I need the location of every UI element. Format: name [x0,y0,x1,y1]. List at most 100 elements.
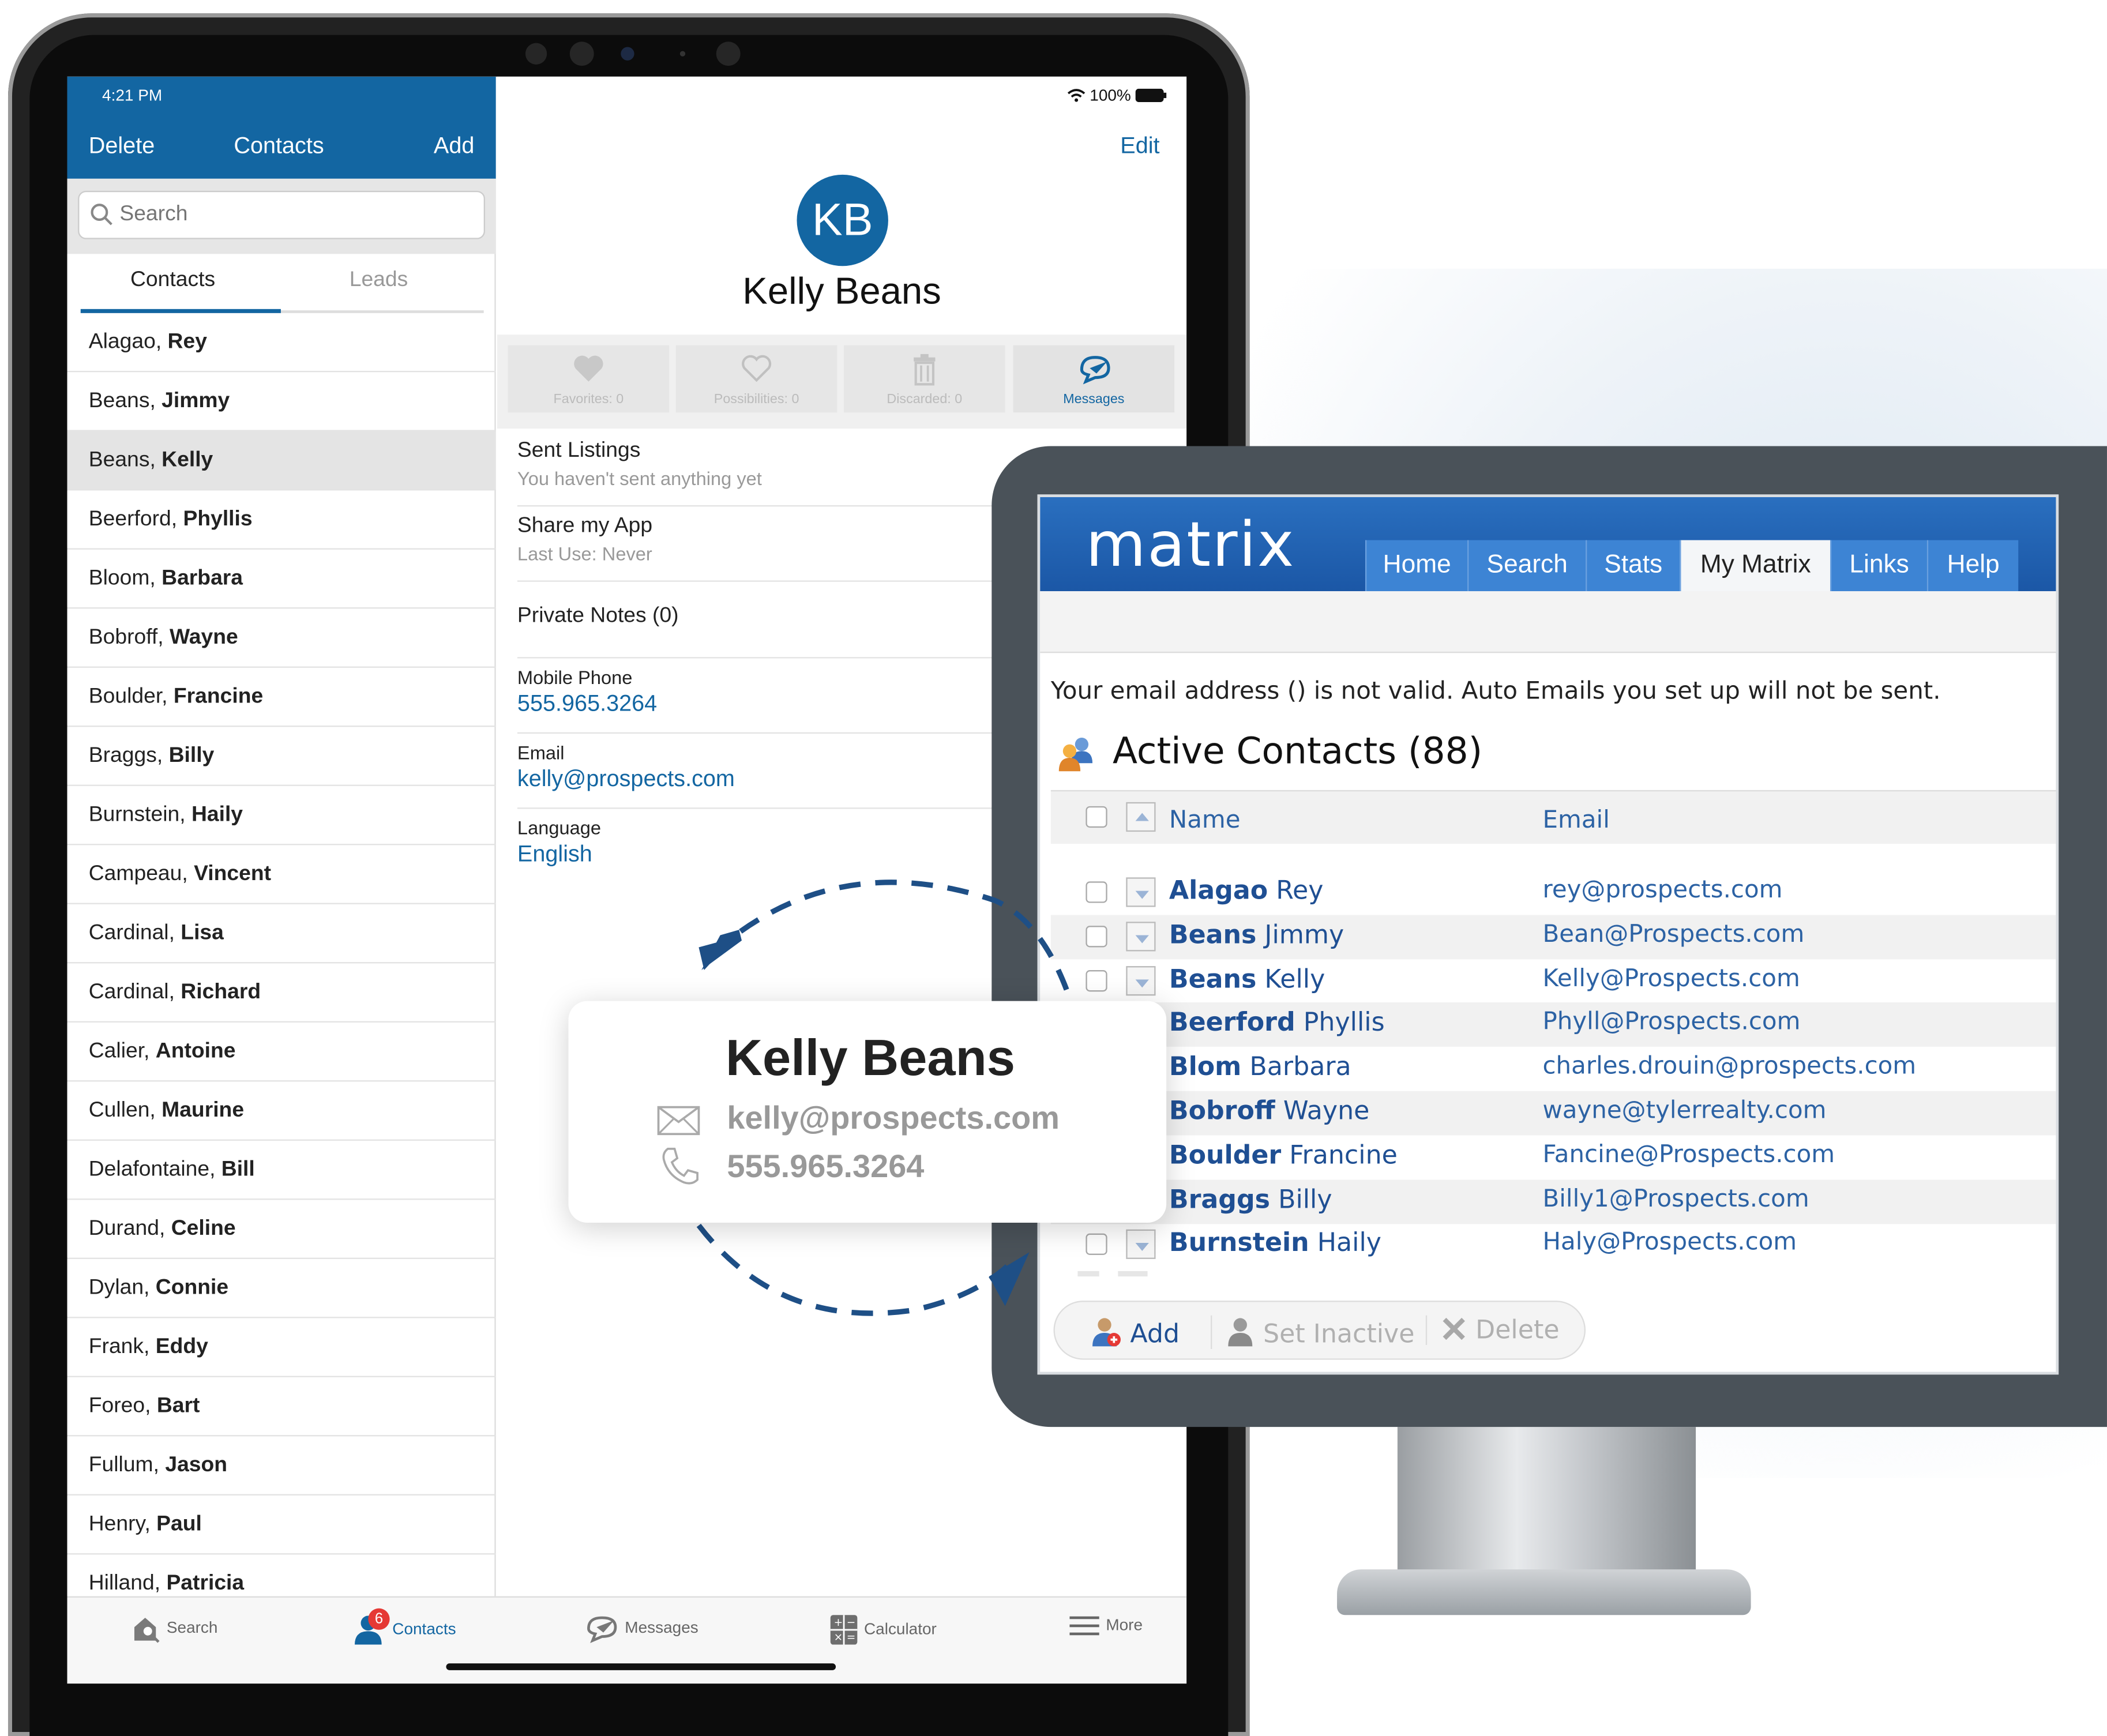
contact-list-item[interactable]: Durand, Celine [67,1200,496,1259]
row-email[interactable]: Haly@Prospects.com [1542,1228,1797,1257]
name-space [1309,1228,1317,1258]
card-contact-name: Kelly Beans [726,1030,1015,1087]
segment-control: Contacts Leads [80,254,484,313]
contact-list-item[interactable]: Braggs, Billy [67,727,496,786]
contact-list-item[interactable]: Beerford, Phyllis [67,490,496,550]
nav-help[interactable]: Help [1926,540,2019,592]
row-menu-button[interactable] [1126,877,1156,907]
row-name[interactable]: Alagao Rey [1169,876,1324,905]
row-menu-button[interactable] [1126,1230,1156,1260]
row-name[interactable]: Boulder Francine [1169,1140,1398,1170]
set-inactive-button[interactable]: Set Inactive [1211,1315,1414,1350]
row-name[interactable]: Beans Jimmy [1169,920,1344,949]
sort-button[interactable] [1126,802,1156,832]
tab-messages[interactable]: Messages [584,1614,698,1643]
name-space [1256,964,1264,994]
row-email[interactable]: rey@prospects.com [1542,876,1782,904]
tab-calculator[interactable]: + − × = Calculator [829,1614,937,1646]
row-email[interactable]: Bean@Prospects.com [1542,920,1804,948]
row-menu-button[interactable] [1126,921,1156,951]
tab-more[interactable]: More [1068,1614,1143,1638]
tab-search[interactable]: Search [132,1614,217,1643]
contact-list-item[interactable]: Burnstein, Haily [67,786,496,846]
contact-list-item[interactable]: Bloom, Barbara [67,550,496,609]
nav-home[interactable]: Home [1365,540,1468,592]
contact-last-name: Calier [88,1040,144,1063]
tab-contacts[interactable]: Contacts [130,269,215,293]
row-first-name: Haily [1317,1228,1381,1258]
discarded-button[interactable]: Discarded: 0 [844,345,1005,413]
add-button[interactable]: Add [434,133,474,160]
possibilities-button[interactable]: Possibilities: 0 [675,345,837,413]
contact-list-item[interactable]: Cullen, Maurine [67,1081,496,1141]
contact-list-item[interactable]: Cardinal, Richard [67,963,496,1023]
row-email[interactable]: charles.drouin@prospects.com [1542,1053,1916,1081]
add-contact-button[interactable]: Add [1090,1316,1180,1349]
tab-bar: Search Contacts 6 Messages + − × = Calculato… [67,1596,1187,1684]
contact-list-item[interactable]: Henry, Paul [67,1495,496,1555]
contact-first-name: Lisa [181,922,224,945]
messages-button[interactable]: Messages [1013,345,1175,413]
name-separator: , [149,389,162,413]
contact-list-item[interactable]: Foreo, Bart [67,1377,496,1437]
contact-first-name: Maurine [162,1099,245,1122]
contact-list-item[interactable]: Delafontaine, Bill [67,1141,496,1200]
row-name[interactable]: Beerford Phyllis [1169,1008,1385,1038]
contact-list-item[interactable]: Fullum, Jason [67,1436,496,1495]
column-name[interactable]: Name [1169,806,1241,835]
row-email[interactable]: Billy1@Prospects.com [1542,1185,1809,1213]
contact-list-item[interactable]: Dylan, Connie [67,1259,496,1318]
row-name[interactable]: Beans Kelly [1169,964,1325,994]
nav-stats[interactable]: Stats [1586,540,1680,592]
contact-list-item[interactable]: Boulder, Francine [67,668,496,727]
table-row[interactable]: Beans Kelly Kelly@Prospects.com [1051,959,2056,1003]
contact-list-item[interactable]: Campeau, Vincent [67,845,496,904]
row-email[interactable]: Phyll@Prospects.com [1542,1008,1800,1036]
nav-links[interactable]: Links [1830,540,1927,592]
table-row[interactable]: Burnstein Haily Haly@Prospects.com [1051,1223,2056,1268]
table-row[interactable]: Beerford Phyllis Phyll@Prospects.com [1050,1002,2056,1047]
favorites-button[interactable]: Favorites: 0 [508,345,670,413]
contact-list-item[interactable]: Bobroff, Wayne [67,608,496,668]
column-email[interactable]: Email [1542,806,1609,835]
contact-list-item[interactable]: Beans, Jimmy [67,372,496,431]
table-row[interactable]: Bobroff Wayne wayne@tylerrealty.com [1050,1091,2056,1136]
search-input[interactable] [119,197,470,233]
row-name[interactable]: Blom Barbara [1169,1053,1351,1082]
contacts-header: 4:21 PM Delete Contacts Add [67,76,496,179]
row-name[interactable]: Bobroff Wayne [1169,1096,1370,1126]
home-indicator[interactable] [446,1663,836,1670]
row-menu-button[interactable] [1126,965,1156,995]
table-row[interactable]: Alagao Rey rey@prospects.com [1051,871,2056,915]
row-first-name: Billy [1278,1184,1332,1215]
row-email[interactable]: Kelly@Prospects.com [1542,964,1800,993]
delete-contact-button[interactable]: Delete [1425,1315,1560,1346]
edit-button[interactable]: Edit [1120,133,1159,160]
row-email[interactable]: wayne@tylerrealty.com [1542,1096,1826,1125]
table-row[interactable]: Braggs Billy Billy1@Prospects.com [1050,1179,2056,1224]
contact-list-item[interactable]: Beans, Kelly [67,431,496,491]
contact-list-item[interactable]: Calier, Antoine [67,1023,496,1082]
contact-list-item[interactable]: Alagao, Rey [67,313,496,373]
table-row[interactable]: Blom Barbara charles.drouin@prospects.com [1051,1047,2056,1091]
row-name[interactable]: Burnstein Haily [1169,1228,1381,1258]
contact-list-item[interactable]: Cardinal, Lisa [67,904,496,964]
contact-last-name: Fullum [88,1453,153,1477]
contact-first-name: Patricia [166,1572,245,1595]
tab-leads[interactable]: Leads [350,269,408,293]
table-header: Name Email [1050,790,2056,844]
table-row[interactable]: Boulder Francine Fancine@Prospects.com [1051,1135,2056,1179]
row-email[interactable]: Fancine@Prospects.com [1542,1140,1835,1168]
delete-button[interactable]: Delete [89,133,155,160]
card-email: kelly@prospects.com [727,1100,1060,1137]
table-row[interactable]: Beans Jimmy Bean@Prospects.com [1050,915,2056,959]
select-all-checkbox[interactable] [1086,806,1107,828]
row-name[interactable]: Braggs Billy [1169,1185,1332,1214]
contact-last-name: Hilland [88,1572,155,1595]
contact-last-name: Beans [88,389,150,413]
row-last-name: Blom [1169,1052,1242,1082]
contact-list-item[interactable]: Frank, Eddy [67,1318,496,1377]
name-separator: , [144,1040,156,1063]
nav-search[interactable]: Search [1467,540,1586,592]
nav-my-matrix[interactable]: My Matrix [1680,540,1831,592]
